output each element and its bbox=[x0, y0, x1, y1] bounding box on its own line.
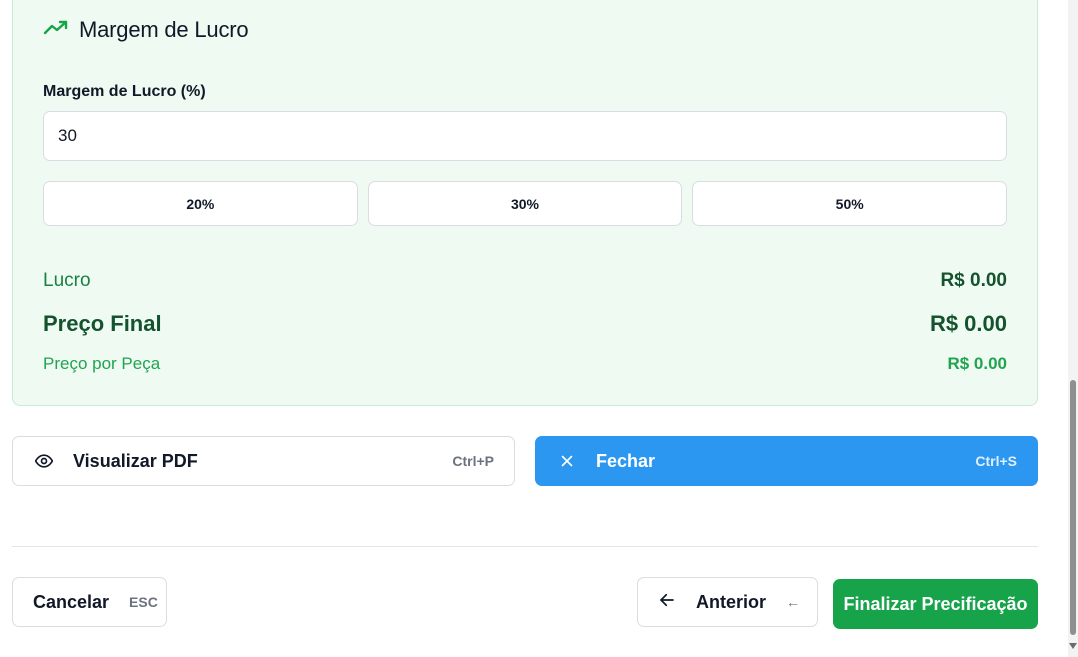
final-price-label: Preço Final bbox=[43, 311, 162, 336]
preset-50-button[interactable]: 50% bbox=[692, 181, 1008, 226]
profit-margin-card: Margem de Lucro Margem de Lucro (%) 20% … bbox=[12, 0, 1038, 406]
view-pdf-label: Visualizar PDF bbox=[73, 450, 198, 471]
arrow-left-icon bbox=[658, 591, 676, 614]
margin-field-label: Margem de Lucro (%) bbox=[43, 83, 206, 100]
close-icon bbox=[556, 450, 578, 472]
margin-presets: 20% 30% 50% bbox=[43, 181, 1008, 226]
price-per-piece-value: R$ 0.00 bbox=[947, 354, 1007, 373]
close-button[interactable]: Fechar Ctrl+S bbox=[535, 436, 1038, 486]
card-header: Margem de Lucro bbox=[43, 17, 249, 43]
preset-30-button[interactable]: 30% bbox=[367, 181, 683, 226]
price-per-piece-label: Preço por Peça bbox=[43, 354, 161, 373]
cancel-button[interactable]: Cancelar ESC bbox=[12, 577, 167, 627]
previous-label: Anterior bbox=[696, 591, 767, 612]
final-price-row: Preço Final R$ 0.00 bbox=[43, 311, 1007, 337]
final-price-value: R$ 0.00 bbox=[929, 311, 1007, 336]
cancel-shortcut: ESC bbox=[129, 594, 158, 610]
footer-divider bbox=[12, 546, 1038, 547]
margin-input[interactable] bbox=[43, 111, 1007, 161]
vertical-scrollbar[interactable] bbox=[1068, 0, 1078, 657]
cancel-label: Cancelar bbox=[33, 591, 110, 612]
scrollbar-thumb[interactable] bbox=[1070, 380, 1076, 635]
previous-shortcut: ← bbox=[786, 594, 801, 610]
trending-up-icon bbox=[43, 19, 69, 42]
view-pdf-shortcut: Ctrl+P bbox=[452, 453, 494, 469]
finish-pricing-button[interactable]: Finalizar Precificação bbox=[833, 579, 1038, 629]
finish-pricing-label: Finalizar Precificação bbox=[843, 593, 1028, 614]
view-pdf-button[interactable]: Visualizar PDF Ctrl+P bbox=[12, 436, 515, 486]
eye-icon bbox=[33, 450, 55, 472]
lucro-label: Lucro bbox=[43, 270, 91, 291]
close-label: Fechar bbox=[596, 450, 656, 471]
preset-20-button[interactable]: 20% bbox=[43, 181, 358, 226]
previous-button[interactable]: Anterior ← bbox=[637, 577, 818, 627]
close-shortcut: Ctrl+S bbox=[975, 453, 1017, 469]
lucro-row: Lucro R$ 0.00 bbox=[43, 270, 1007, 292]
card-title: Margem de Lucro bbox=[79, 17, 249, 42]
lucro-value: R$ 0.00 bbox=[940, 270, 1007, 291]
price-per-piece-row: Preço por Peça R$ 0.00 bbox=[43, 354, 1007, 374]
scroll-down-arrow-icon[interactable] bbox=[1069, 643, 1077, 649]
